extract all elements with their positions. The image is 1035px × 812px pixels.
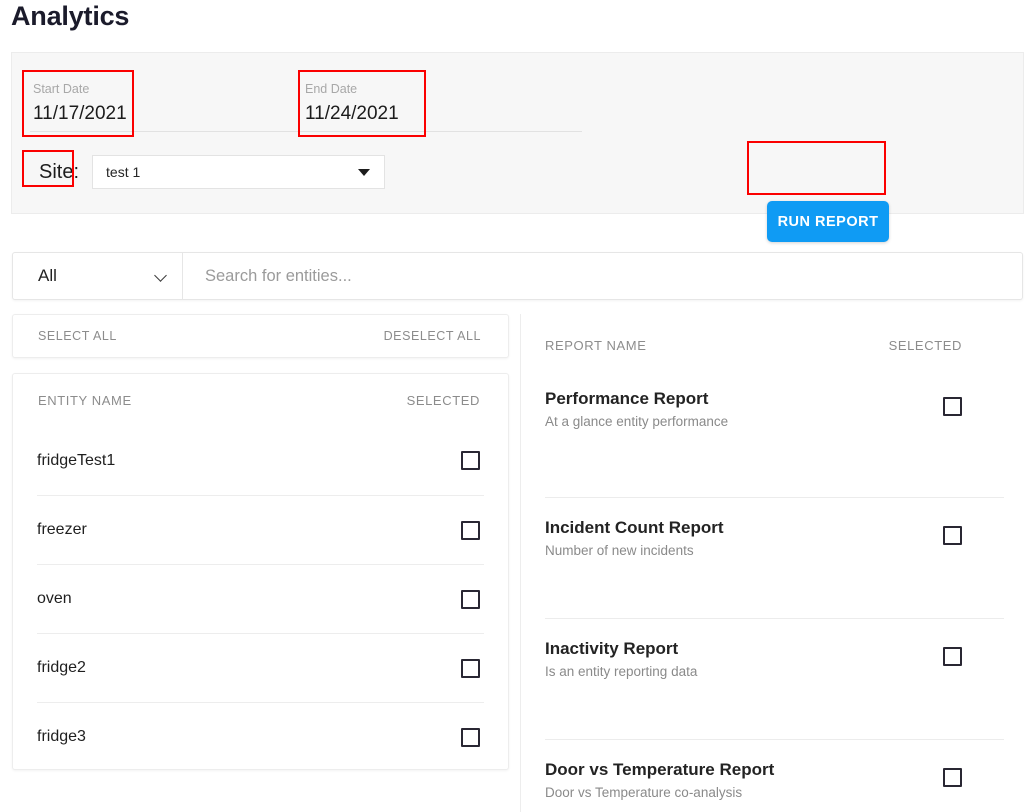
report-select-checkbox[interactable] [943, 647, 962, 666]
report-filter-panel: Start Date 11/17/2021 End Date 11/24/202… [11, 52, 1024, 214]
report-rows: Performance ReportAt a glance entity per… [521, 376, 1024, 812]
entity-type-filter-select[interactable]: All [13, 253, 183, 299]
entity-select-checkbox[interactable] [461, 521, 480, 540]
end-date-field[interactable]: End Date 11/24/2021 [302, 75, 582, 132]
report-text-block: Inactivity ReportIs an entity reporting … [545, 638, 697, 682]
report-title: Door vs Temperature Report [545, 759, 774, 781]
entity-select-checkbox[interactable] [461, 590, 480, 609]
report-select-checkbox[interactable] [943, 768, 962, 787]
entity-select-checkbox[interactable] [461, 451, 480, 470]
report-list-panel: REPORT NAME SELECTED Performance ReportA… [520, 314, 1024, 812]
report-text-block: Door vs Temperature ReportDoor vs Temper… [545, 759, 774, 803]
report-subtitle: Number of new incidents [545, 541, 723, 561]
report-name-column-header: REPORT NAME [545, 338, 646, 353]
entity-row[interactable]: fridgeTest1 [37, 426, 484, 495]
report-checkbox-wrap [943, 388, 962, 416]
triangle-down-icon [358, 169, 370, 176]
report-row[interactable]: Incident Count ReportNumber of new incid… [545, 497, 1004, 618]
report-list-header: REPORT NAME SELECTED [521, 314, 1024, 376]
report-checkbox-wrap [943, 517, 962, 545]
run-report-button[interactable]: RUN REPORT [767, 201, 889, 242]
report-title: Incident Count Report [545, 517, 723, 539]
entity-name: fridge2 [37, 659, 86, 677]
entity-type-filter-value: All [38, 266, 57, 286]
entity-row[interactable]: fridge2 [37, 633, 484, 702]
report-checkbox-wrap [943, 759, 962, 787]
report-select-checkbox[interactable] [943, 397, 962, 416]
site-select-value: test 1 [106, 164, 140, 180]
report-title: Inactivity Report [545, 638, 697, 660]
report-title: Performance Report [545, 388, 728, 410]
report-selected-column-header: SELECTED [889, 338, 962, 353]
report-select-checkbox[interactable] [943, 526, 962, 545]
select-all-bar: SELECT ALL DESELECT ALL [12, 314, 509, 358]
entity-search-bar: All [12, 252, 1023, 300]
analytics-page: Analytics Start Date 11/17/2021 End Date… [0, 0, 1035, 812]
report-subtitle: At a glance entity performance [545, 412, 728, 432]
entity-row[interactable]: fridge3 [37, 702, 484, 771]
report-row[interactable]: Performance ReportAt a glance entity per… [545, 376, 1004, 497]
site-selector-row: Site: test 1 [34, 155, 385, 189]
page-title: Analytics [11, 0, 129, 32]
site-label: Site: [34, 157, 85, 187]
entity-name: oven [37, 590, 72, 608]
report-subtitle: Door vs Temperature co-analysis [545, 783, 774, 803]
entity-select-checkbox[interactable] [461, 728, 480, 747]
select-all-button[interactable]: SELECT ALL [38, 329, 117, 343]
deselect-all-button[interactable]: DESELECT ALL [384, 329, 481, 343]
entity-row[interactable]: oven [37, 564, 484, 633]
entity-name: fridgeTest1 [37, 452, 115, 470]
report-row[interactable]: Door vs Temperature ReportDoor vs Temper… [545, 739, 1004, 812]
entity-row[interactable]: freezer [37, 495, 484, 564]
report-text-block: Incident Count ReportNumber of new incid… [545, 517, 723, 561]
report-text-block: Performance ReportAt a glance entity per… [545, 388, 728, 432]
report-subtitle: Is an entity reporting data [545, 662, 697, 682]
entity-select-checkbox[interactable] [461, 659, 480, 678]
report-row[interactable]: Inactivity ReportIs an entity reporting … [545, 618, 1004, 739]
report-checkbox-wrap [943, 638, 962, 666]
end-date-value: 11/24/2021 [305, 97, 582, 127]
entity-selected-column-header: SELECTED [407, 393, 480, 408]
chevron-down-icon [154, 269, 167, 282]
end-date-label: End Date [305, 75, 582, 97]
search-input[interactable] [183, 253, 1022, 299]
entity-name: freezer [37, 521, 87, 539]
entity-rows: fridgeTest1 freezer oven fridge2 fridge3 [13, 426, 508, 771]
entity-name-column-header: ENTITY NAME [38, 393, 132, 408]
entity-name: fridge3 [37, 728, 86, 746]
entity-list-panel: ENTITY NAME SELECTED fridgeTest1 freezer o… [12, 373, 509, 770]
site-select[interactable]: test 1 [92, 155, 385, 189]
entity-list-header: ENTITY NAME SELECTED [13, 374, 508, 426]
